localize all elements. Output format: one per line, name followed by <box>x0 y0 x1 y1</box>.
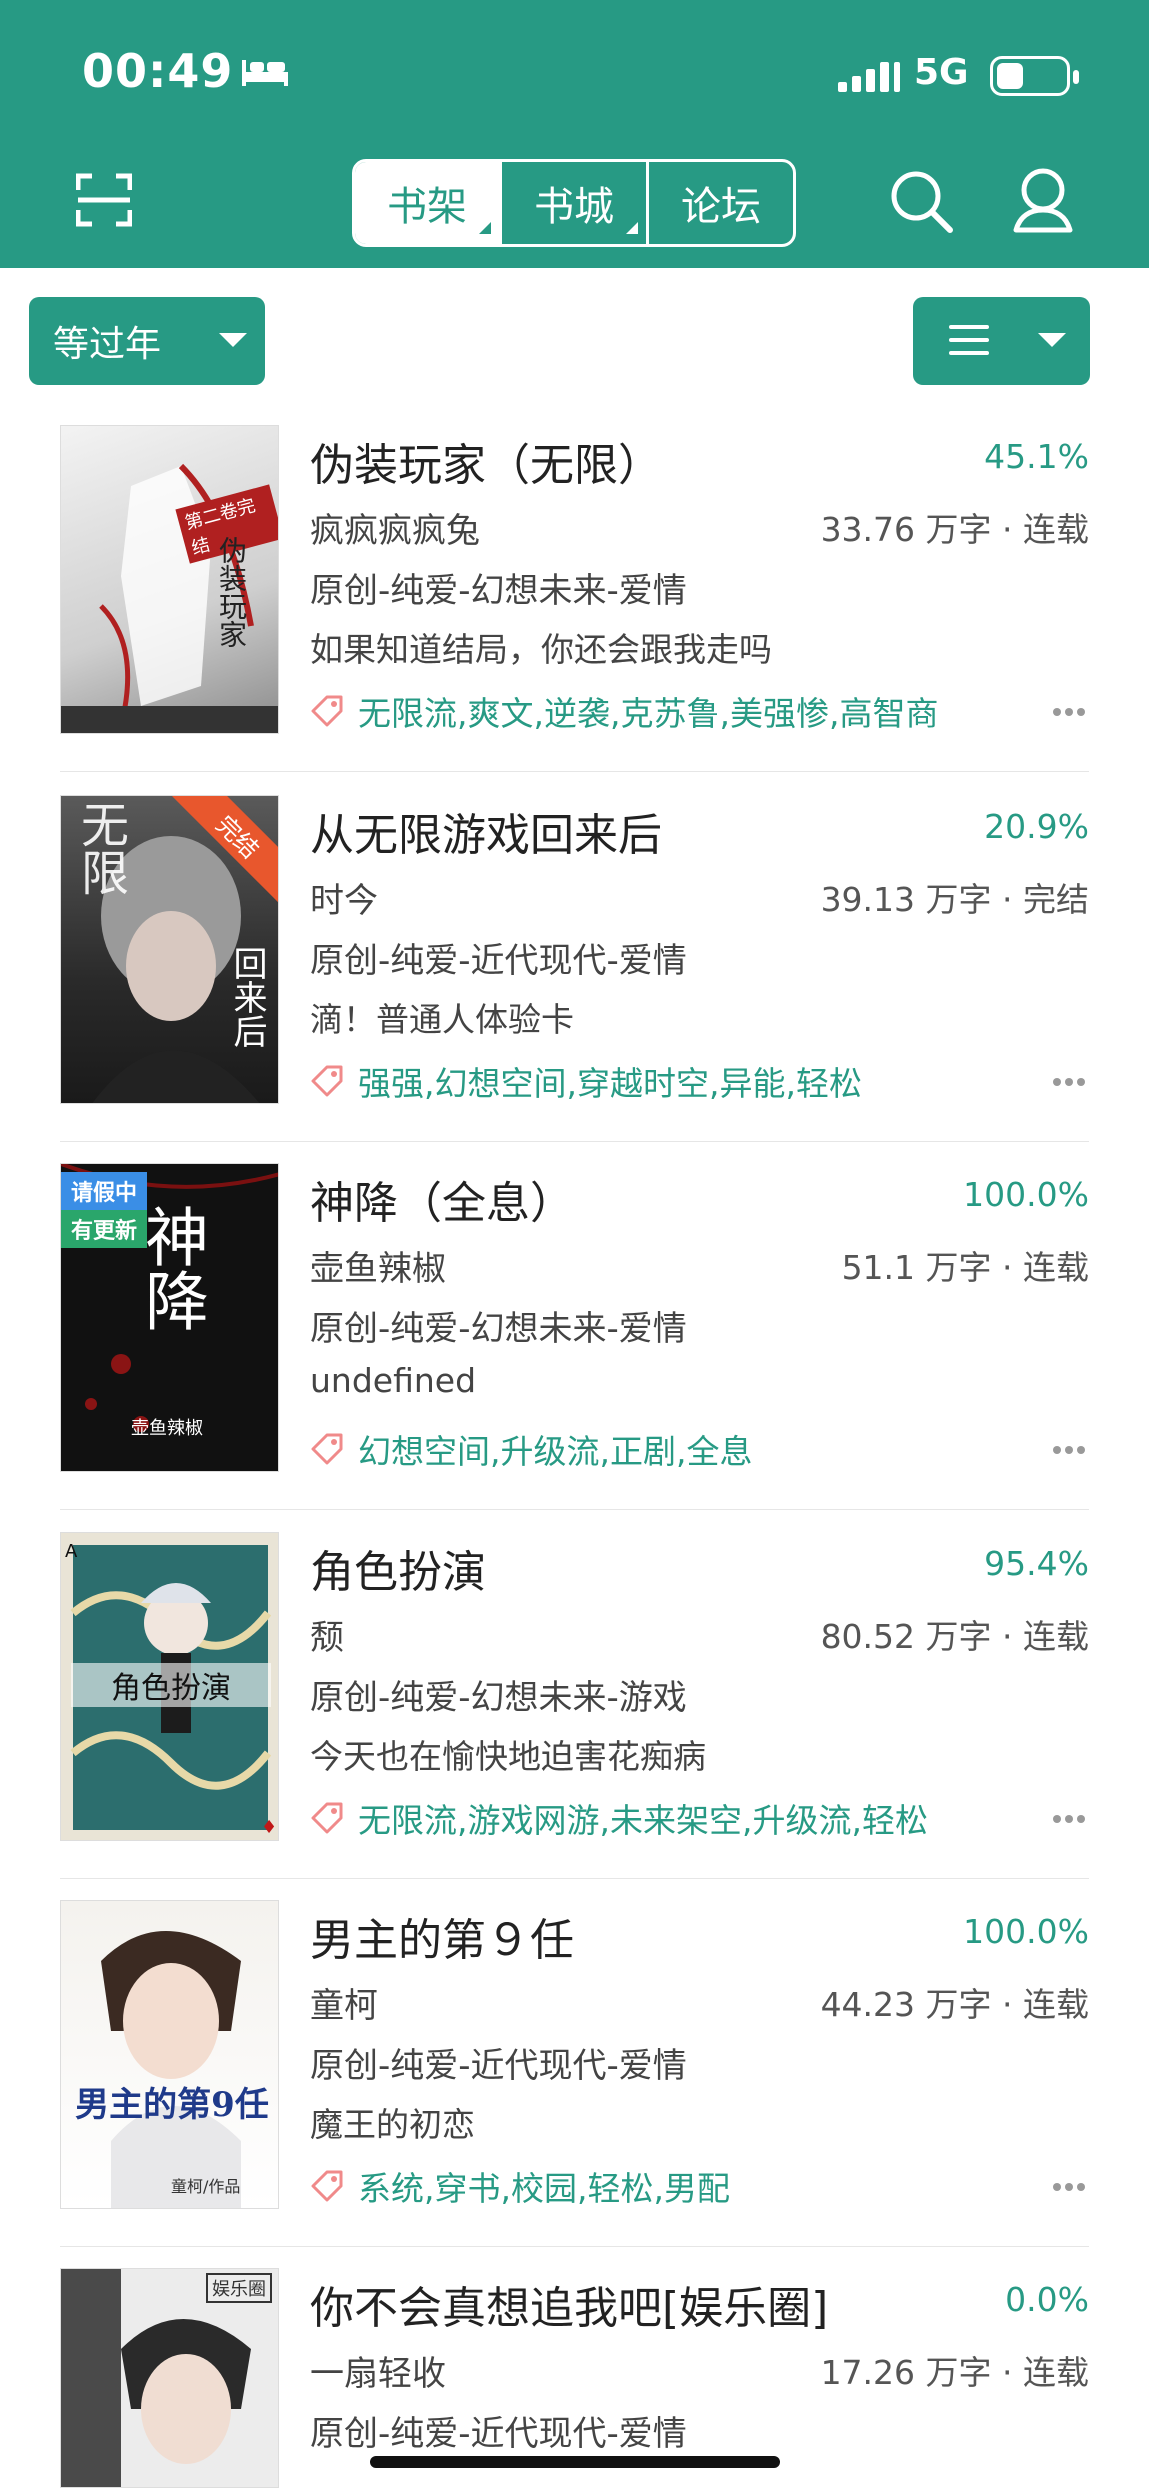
list-item[interactable]: A ♦ 角色扮演 角色扮演 95.4% 颓 80.52 万字 · 连载 原创-纯爱… <box>0 1532 1149 1902</box>
book-description: 魔王的初恋 <box>310 2105 475 2144</box>
dropdown-corner-icon <box>479 222 491 234</box>
chevron-down-icon <box>1038 333 1066 347</box>
book-description: 如果知道结局，你还会跟我走吗 <box>310 630 772 669</box>
book-meta: 17.26 万字 · 连载 <box>820 2353 1089 2392</box>
book-cover[interactable]: A ♦ 角色扮演 <box>60 1532 279 1841</box>
book-title: 伪装玩家（无限） <box>310 440 662 491</box>
updated-badge: 有更新 <box>61 1210 148 1248</box>
sleep-mode-icon <box>242 60 288 86</box>
book-meta: 44.23 万字 · 连载 <box>820 1985 1089 2024</box>
header-tabs: 书架 书城 论坛 <box>352 159 796 247</box>
book-category: 原创-纯爱-近代现代-爱情 <box>310 2414 687 2454</box>
book-meta: 39.13 万字 · 完结 <box>820 880 1089 919</box>
book-description: 滴！普通人体验卡 <box>310 1000 574 1039</box>
tab-forum[interactable]: 论坛 <box>649 162 793 244</box>
divider <box>60 771 1089 772</box>
book-category: 原创-纯爱-近代现代-爱情 <box>310 941 687 981</box>
tag-icon <box>311 695 343 727</box>
more-icon[interactable] <box>1053 1071 1089 1086</box>
chevron-down-icon <box>219 333 247 347</box>
divider <box>60 1509 1089 1510</box>
book-description: undefined <box>310 1361 477 1400</box>
list-item[interactable]: 第二卷完结 伪装玩家 伪装玩家（无限） 45.1% 疯疯疯疯兔 33.76 万字… <box>0 425 1149 795</box>
book-category: 原创-纯爱-幻想未来-游戏 <box>310 1678 687 1718</box>
book-tags: 强强,幻想空间,穿越时空,异能,轻松 <box>310 1057 862 1105</box>
book-description: 今天也在愉快地迫害花痴病 <box>310 1737 706 1776</box>
leave-badge: 请假中 <box>61 1172 148 1210</box>
more-icon[interactable] <box>1053 2176 1089 2191</box>
book-tags: 无限流,游戏网游,未来架空,升级流,轻松 <box>310 1794 928 1842</box>
more-icon[interactable] <box>1053 1439 1089 1454</box>
book-cover[interactable]: 无限 回来后 完结 <box>60 795 279 1104</box>
book-title: 你不会真想追我吧[娱乐圈] <box>310 2283 829 2334</box>
search-icon[interactable] <box>888 168 954 234</box>
book-author: 时今 <box>310 881 378 921</box>
battery-icon <box>990 56 1079 96</box>
reading-progress: 20.9% <box>984 807 1089 846</box>
book-meta: 80.52 万字 · 连载 <box>820 1617 1089 1656</box>
book-title: 角色扮演 <box>310 1547 486 1598</box>
user-icon[interactable] <box>1012 166 1074 234</box>
book-cover[interactable]: 娱乐圈 <box>60 2268 279 2488</box>
book-cover[interactable]: 神降 壶鱼辣椒 请假中 有更新 <box>60 1163 279 1472</box>
book-author: 颓 <box>310 1618 344 1658</box>
more-icon[interactable] <box>1053 1808 1089 1823</box>
book-tags: 系统,穿书,校园,轻松,男配 <box>310 2162 730 2210</box>
filter-dropdown[interactable]: 等过年 <box>29 297 265 385</box>
book-tags: 幻想空间,升级流,正剧,全息 <box>310 1425 752 1473</box>
divider <box>60 1141 1089 1142</box>
divider <box>60 2246 1089 2247</box>
book-author: 壶鱼辣椒 <box>310 1249 446 1289</box>
book-meta: 51.1 万字 · 连载 <box>841 1248 1089 1287</box>
list-item[interactable]: 无限 回来后 完结 从无限游戏回来后 20.9% 时今 39.13 万字 · 完… <box>0 795 1149 1165</box>
book-author: 一扇轻收 <box>310 2354 446 2394</box>
book-category: 原创-纯爱-近代现代-爱情 <box>310 2046 687 2086</box>
svg-text:♦: ♦ <box>261 1817 277 1838</box>
home-indicator[interactable] <box>370 2456 780 2468</box>
reading-progress: 45.1% <box>984 437 1089 476</box>
view-mode-dropdown[interactable] <box>913 297 1090 385</box>
reading-progress: 100.0% <box>963 1912 1089 1951</box>
reading-progress: 100.0% <box>963 1175 1089 1214</box>
tag-icon <box>311 1433 343 1465</box>
tag-icon <box>311 1065 343 1097</box>
book-title: 男主的第９任 <box>310 1915 574 1966</box>
network-type: 5G <box>914 52 969 93</box>
divider <box>60 1878 1089 1879</box>
status-bar: 00:49 5G <box>0 0 1149 150</box>
list-item[interactable]: 娱乐圈 你不会真想追我吧[娱乐圈] 0.0% 一扇轻收 17.26 万字 · 连… <box>0 2268 1149 2488</box>
book-title: 从无限游戏回来后 <box>310 810 662 861</box>
tab-bookstore[interactable]: 书城 <box>502 162 649 244</box>
reading-progress: 95.4% <box>984 1544 1089 1583</box>
status-time: 00:49 <box>82 44 234 98</box>
list-icon <box>949 325 989 364</box>
book-cover[interactable]: 第二卷完结 伪装玩家 <box>60 425 279 734</box>
book-category: 原创-纯爱-幻想未来-爱情 <box>310 1309 687 1349</box>
list-item[interactable]: 男主的第9任 童柯/作品 男主的第９任 100.0% 童柯 44.23 万字 ·… <box>0 1900 1149 2270</box>
book-tags: 无限流,爽文,逆袭,克苏鲁,美强惨,高智商 <box>310 687 938 735</box>
book-title: 神降（全息） <box>310 1178 574 1229</box>
book-author: 童柯 <box>310 1986 378 2026</box>
tag-icon <box>311 1802 343 1834</box>
more-icon[interactable] <box>1053 701 1089 716</box>
book-meta: 33.76 万字 · 连载 <box>820 510 1089 549</box>
scan-icon[interactable] <box>76 172 132 228</box>
signal-icon <box>838 62 900 92</box>
svg-text:A: A <box>65 1541 78 1562</box>
tab-bookshelf[interactable]: 书架 <box>355 162 502 244</box>
book-author: 疯疯疯疯兔 <box>310 511 480 551</box>
tag-icon <box>311 2170 343 2202</box>
dropdown-corner-icon <box>626 222 638 234</box>
list-item[interactable]: 神降 壶鱼辣椒 请假中 有更新 神降（全息） 100.0% 壶鱼辣椒 51.1 … <box>0 1163 1149 1533</box>
book-category: 原创-纯爱-幻想未来-爱情 <box>310 571 687 611</box>
book-cover[interactable]: 男主的第9任 童柯/作品 <box>60 1900 279 2209</box>
reading-progress: 0.0% <box>1005 2280 1089 2319</box>
